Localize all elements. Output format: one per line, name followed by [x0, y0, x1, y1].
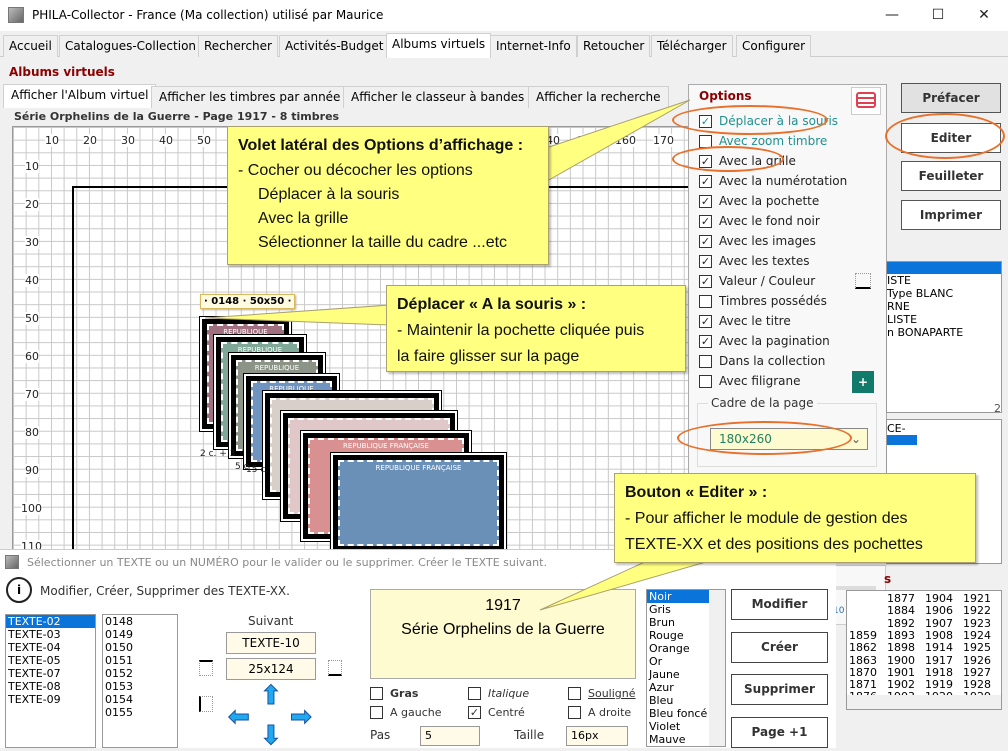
callout-line: Avec la grille — [258, 210, 349, 227]
callout-line: - Cocher ou décocher les options — [238, 162, 473, 179]
callout-line: - Maintenir la pochette cliquée puis — [397, 322, 645, 339]
callout-title: Déplacer « A la souris » : — [397, 296, 587, 313]
highlight-cadre — [677, 421, 852, 455]
callout3-pointer — [539, 554, 731, 611]
callout-pointers — [204, 99, 731, 611]
callout-line: - Pour afficher le module de gestion des — [625, 510, 908, 527]
highlight-deplacer — [672, 105, 828, 135]
callout-line: Déplacer à la souris — [258, 186, 400, 203]
highlight-grille — [672, 146, 784, 172]
callout-title: Bouton « Editer » : — [625, 484, 768, 501]
callout-options: Volet latéral des Options d’affichage : … — [227, 126, 549, 265]
callout-line: TEXTE-XX et des positions des pochettes — [625, 536, 923, 553]
callout-deplacer: Déplacer « A la souris » : - Maintenir l… — [386, 285, 686, 372]
callout1-pointer — [539, 99, 691, 186]
highlight-editer — [885, 113, 1005, 159]
callout-line: la faire glisser sur la page — [397, 348, 580, 365]
callout2-pointer — [204, 304, 391, 326]
callout-title: Volet latéral des Options d’affichage : — [238, 137, 524, 154]
callout-line: Sélectionner la taille du cadre ...etc — [258, 234, 508, 251]
callout-editer: Bouton « Editer » : - Pour afficher le m… — [614, 473, 976, 563]
